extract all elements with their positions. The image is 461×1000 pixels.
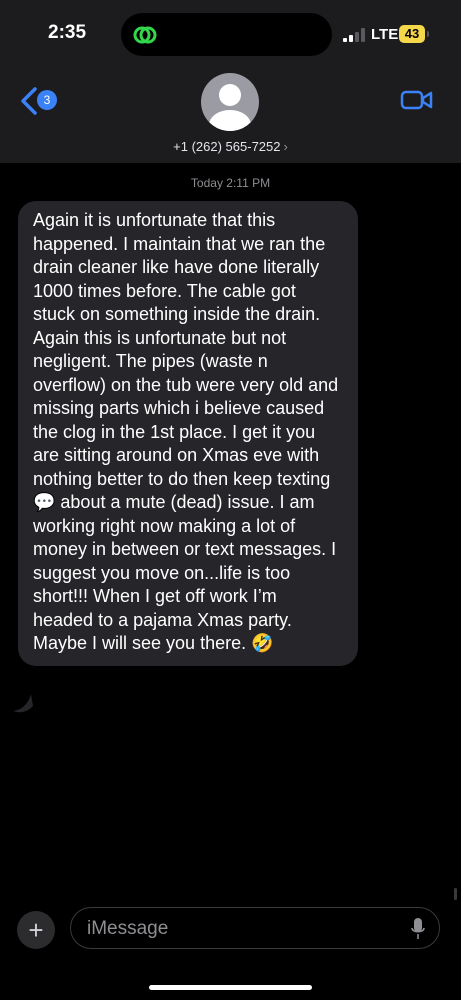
received-message-bubble[interactable]: Again it is unfortunate that this happen…	[18, 201, 358, 666]
video-camera-icon[interactable]	[400, 89, 434, 111]
microphone-icon[interactable]	[411, 918, 425, 940]
home-indicator[interactable]	[149, 985, 312, 990]
contact-name[interactable]: +1 (262) 565-7252 ›	[0, 139, 461, 154]
unread-count-badge[interactable]: 3	[37, 90, 57, 110]
imessage-placeholder: iMessage	[87, 918, 169, 939]
apps-plus-button[interactable]: +	[17, 911, 55, 949]
person-icon	[209, 84, 251, 131]
activity-icon	[133, 26, 157, 44]
chevron-right-icon: ›	[283, 139, 288, 154]
signal-icon	[343, 28, 365, 42]
bubble-tail	[13, 694, 33, 713]
message-timestamp: Today 2:11 PM	[190, 176, 271, 190]
contact-number[interactable]: +1 (262) 565-7252	[173, 139, 280, 154]
status-time: 2:35	[48, 22, 87, 43]
contact-avatar[interactable]	[201, 73, 259, 131]
battery-level: 43	[399, 25, 425, 43]
scroll-indicator	[454, 888, 457, 900]
imessage-input[interactable]: iMessage	[70, 907, 440, 949]
network-label: LTE	[371, 26, 399, 43]
